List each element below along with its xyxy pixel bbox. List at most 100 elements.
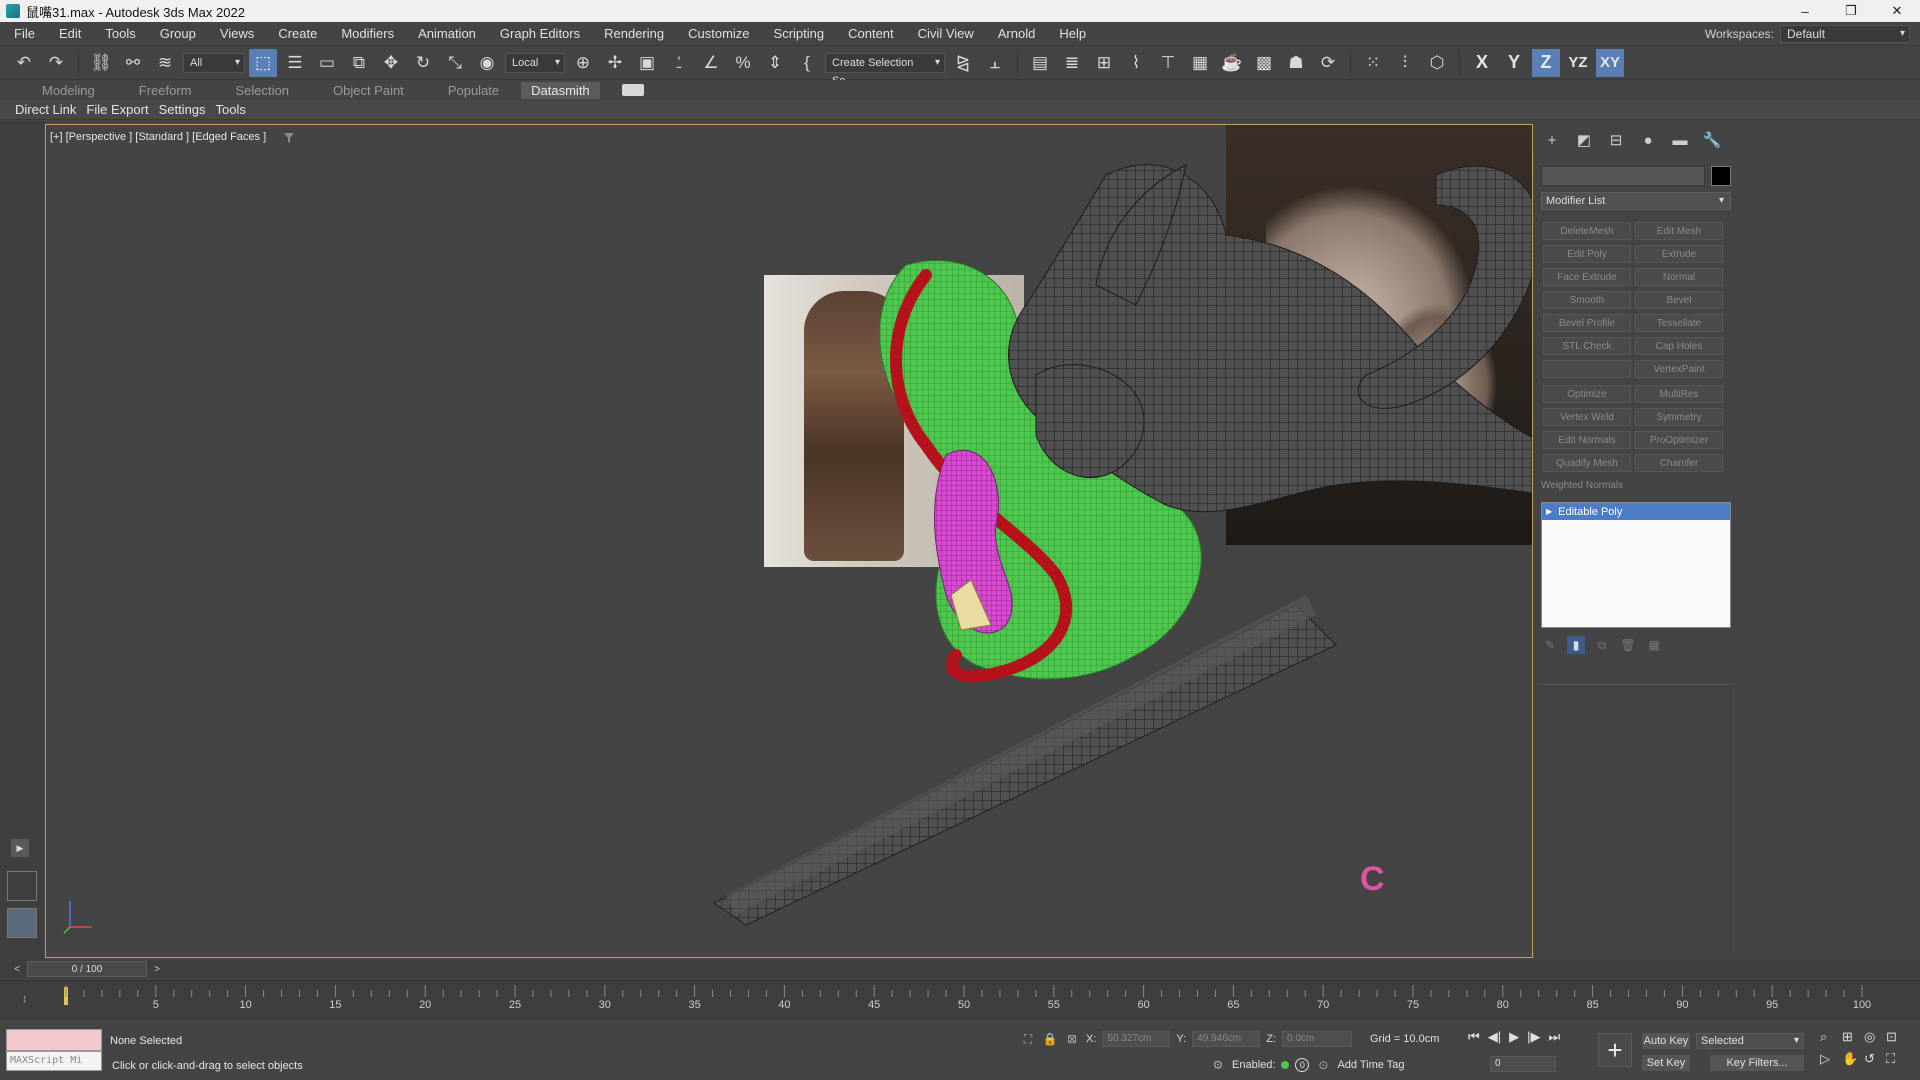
add-time-tag[interactable]: Add Time Tag [1337,1059,1404,1071]
zoom-all-icon[interactable]: ⊞ [1842,1029,1864,1045]
modifier-button[interactable]: Normal [1635,268,1723,286]
modifier-button[interactable]: Symmetry [1635,408,1723,426]
menu-views[interactable]: Views [208,26,266,41]
key-filters-button[interactable]: Key Filters... [1710,1055,1804,1071]
play-icon[interactable]: ▶ [1509,1029,1519,1045]
percent-snap-icon[interactable]: % [729,49,757,77]
rectangular-selection-icon[interactable]: ▭ [313,49,341,77]
modifier-button[interactable]: Vertex Weld [1543,408,1631,426]
utilities-tab-icon[interactable]: 🔧 [1701,130,1723,150]
tab-modeling[interactable]: Modeling [20,83,117,98]
menu-create[interactable]: Create [266,26,329,41]
axis-yz-button[interactable]: YZ [1564,49,1592,77]
modifier-button[interactable]: Bevel Profile [1543,314,1631,332]
menu-help[interactable]: Help [1047,26,1098,41]
motion-tab-icon[interactable]: ● [1637,130,1659,150]
isolate-selection-icon[interactable]: ⛶ [1020,1031,1036,1047]
expand-arrow-icon[interactable]: ▶ [1546,507,1552,516]
render-setup-icon[interactable]: ☕ [1218,49,1246,77]
modifier-button[interactable]: DeleteMesh [1543,222,1631,240]
datasmith-file-export[interactable]: File Export [81,102,153,117]
menu-graph-editors[interactable]: Graph Editors [488,26,592,41]
mirror-icon[interactable]: ⧎ [949,49,977,77]
axis-y-button[interactable]: Y [1500,49,1528,77]
datasmith-direct-link[interactable]: Direct Link [10,102,81,117]
keyboard-shortcut-icon[interactable]: ▣ [633,49,661,77]
modifier-button[interactable]: Quadify Mesh [1543,454,1631,472]
axis-xy-button[interactable]: XY [1596,48,1624,77]
modifier-button[interactable]: Smooth [1543,291,1631,309]
render-iterative-icon[interactable]: ⟳ [1314,49,1342,77]
tab-populate[interactable]: Populate [426,83,521,98]
place-icon[interactable]: ◉ [473,49,501,77]
selection-region-icon[interactable]: ⬡ [1423,49,1451,77]
select-manipulate-icon[interactable]: ✢ [601,49,629,77]
window-crossing-icon[interactable]: ⧉ [345,49,373,77]
modifier-button[interactable]: MultiRes [1635,385,1723,403]
show-end-result-icon[interactable]: ▮ [1567,636,1585,654]
modifier-button[interactable]: STL Check [1543,337,1631,355]
modifier-button[interactable]: Extrude [1635,245,1723,263]
viewport-layout-tab[interactable] [7,871,37,901]
next-frame-icon[interactable]: > [150,962,164,976]
curve-editor-icon[interactable]: ⌇ [1122,49,1150,77]
menu-rendering[interactable]: Rendering [592,26,676,41]
zoom-extents-all-icon[interactable]: ⊡ [1886,1029,1908,1045]
edit-named-selection-icon[interactable]: { [793,49,821,77]
render-production-icon[interactable]: ☗ [1282,49,1310,77]
datasmith-tools[interactable]: Tools [211,102,251,117]
display-tab-icon[interactable]: ▬ [1669,130,1691,150]
scale-icon[interactable]: ⤡ [441,49,469,77]
menu-content[interactable]: Content [836,26,906,41]
z-coordinate-field[interactable]: 0.0cm [1281,1031,1352,1047]
scene-explorer-icon[interactable]: ▤ [1026,49,1054,77]
maxscript-output[interactable] [6,1029,102,1051]
modifier-button[interactable]: Cap Holes [1635,337,1723,355]
rendered-frame-window-icon[interactable]: ▩ [1250,49,1278,77]
maxscript-listener[interactable]: MAXScript Mi [6,1029,102,1073]
minimize-button[interactable]: – [1782,0,1828,22]
hierarchy-tab-icon[interactable]: ⊟ [1605,130,1627,150]
key-mode-dropdown[interactable]: Selected [1696,1033,1804,1049]
pan-icon[interactable]: ✋ [1842,1051,1864,1067]
modifier-button-empty[interactable] [1543,360,1631,378]
tab-selection[interactable]: Selection [214,83,311,98]
weighted-normals-button[interactable]: Weighted Normals [1541,480,1623,491]
zoom-extents-icon[interactable]: ◎ [1864,1029,1886,1045]
track-bar[interactable]: ↕ 5 10 15 20 25 30 35 40 45 50 55 60 65 70 75 80 85 90 95 1… [0,980,1920,1020]
schematic-view-icon[interactable]: ⊤ [1154,49,1182,77]
modifier-button[interactable]: Edit Poly [1543,245,1631,263]
pin-stack-icon[interactable]: ✎ [1541,636,1559,654]
modifier-button[interactable]: ProOptimizer [1635,431,1723,449]
unlink-icon[interactable]: ⚯ [119,49,147,77]
named-selection-dropdown[interactable]: Create Selection Se [825,52,945,87]
rotate-icon[interactable]: ↻ [409,49,437,77]
angle-snap-icon[interactable]: ∠ [697,49,725,77]
ribbon-options-icon[interactable] [621,84,644,96]
select-object-icon[interactable]: ⬚ [249,48,277,77]
toggle-ribbon-icon[interactable]: ⊞ [1090,49,1118,77]
modify-tab-icon[interactable]: ◩ [1573,130,1595,150]
menu-civil-view[interactable]: Civil View [906,26,986,41]
viewport-filter-icon[interactable] [284,133,294,143]
y-coordinate-field[interactable]: 49.946cm [1192,1031,1261,1047]
tab-freeform[interactable]: Freeform [117,83,214,98]
modifier-button[interactable]: Edit Mesh [1635,222,1723,240]
tab-object-paint[interactable]: Object Paint [311,83,426,98]
previous-frame-icon[interactable]: < [10,962,24,976]
viewport-layout-tab-active[interactable] [7,908,37,938]
zoom-icon[interactable]: ⌕ [1820,1029,1842,1045]
grid-snap-icon[interactable]: ⁙ [1359,49,1387,77]
time-slider-thumb[interactable]: 0 / 100 [27,961,147,977]
remove-modifier-icon[interactable]: 🗑 [1619,636,1637,654]
workspaces-dropdown[interactable]: Default [1780,25,1910,43]
spinner-snap-icon[interactable]: ⇕ [761,49,789,77]
link-icon[interactable]: ⛓ [87,49,115,77]
menu-file[interactable]: File [0,26,47,41]
menu-animation[interactable]: Animation [406,26,488,41]
layer-explorer-icon[interactable]: ≣ [1058,49,1086,77]
go-to-start-icon[interactable]: ⏮ [1468,1029,1480,1045]
current-frame-field[interactable]: 0 [1490,1056,1556,1072]
set-keys-icon[interactable]: + [1598,1033,1632,1067]
reference-coordinate-dropdown[interactable]: Local [505,52,565,73]
